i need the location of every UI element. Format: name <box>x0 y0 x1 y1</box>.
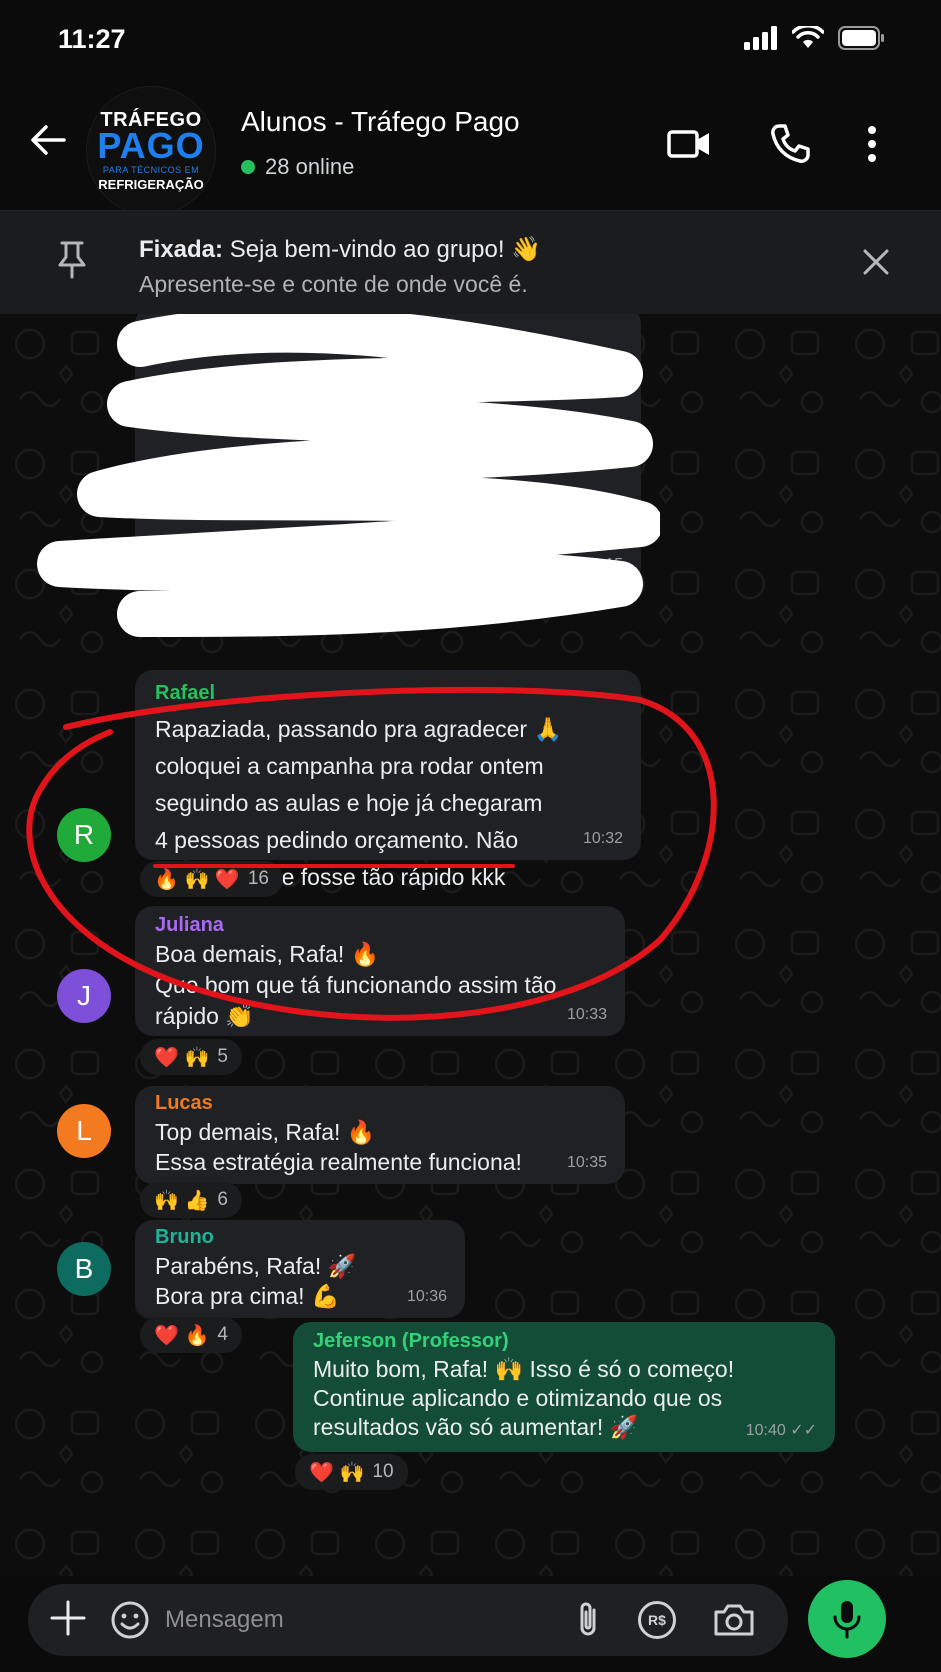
reaction-count: 4 <box>217 1324 228 1345</box>
message-bubble-professor[interactable]: Jeferson (Professor) Muito bom, Rafa! 🙌 … <box>293 1322 835 1452</box>
input-placeholder: Mensagem <box>165 1606 284 1633</box>
message-input[interactable]: Mensagem R$ <box>28 1584 788 1656</box>
chat-area[interactable]: 10:15 R Rafael Rapaziada, passando pra a… <box>0 314 941 1576</box>
avatar-lucas[interactable]: L <box>57 1104 111 1158</box>
status-time: 11:27 <box>58 24 126 54</box>
attach-clip-icon[interactable] <box>568 1598 608 1642</box>
video-call-icon[interactable] <box>666 120 714 168</box>
message-reactions[interactable]: 🙌 👍 6 <box>140 1182 242 1218</box>
avatar-initial: R <box>73 819 95 850</box>
message-time: 10:35 <box>566 1154 607 1171</box>
reaction-count: 10 <box>372 1461 394 1482</box>
reaction-emojis: 🙌 👍 <box>154 1189 210 1212</box>
avatar-initial: J <box>77 980 91 1011</box>
battery-icon <box>838 26 884 50</box>
message-bubble-lucas[interactable]: Lucas Top demais, Rafa! 🔥 Essa estratégi… <box>135 1086 625 1184</box>
message-time: 10:33 <box>566 1006 607 1023</box>
reaction-emojis: 🔥 🙌 ❤️ <box>154 868 240 891</box>
message-text: Top demais, Rafa! 🔥 Essa estratégia real… <box>155 1119 522 1175</box>
reaction-emojis: ❤️ 🔥 <box>154 1324 210 1347</box>
emoji-icon[interactable] <box>108 1598 152 1642</box>
sender-name: Bruno <box>155 1226 214 1248</box>
status-icons <box>744 26 886 50</box>
reaction-count: 6 <box>217 1189 228 1210</box>
redaction-scribble <box>37 314 660 637</box>
message-bubble-rafael[interactable]: Rafael Rapaziada, passando pra agradecer… <box>135 670 641 890</box>
reaction-count: 16 <box>247 868 269 889</box>
pinned-subtext: Apresente-se e conte de onde você é. <box>139 271 528 297</box>
phone-call-icon[interactable] <box>766 120 814 168</box>
message-input-bar: Mensagem R$ <box>0 1576 941 1672</box>
mic-icon <box>833 1601 861 1639</box>
pinned-label: Fixada: <box>139 236 224 263</box>
message-reactions[interactable]: 🔥 🙌 ❤️ 16 <box>140 861 283 897</box>
sender-name: Juliana <box>155 914 224 936</box>
message-time: 10:40 ✓✓ <box>745 1422 817 1439</box>
pinned-message-bar[interactable]: Fixada: Seja bem-vindo ao grupo! 👋 Apres… <box>0 210 941 314</box>
message-reactions[interactable]: ❤️ 🔥 4 <box>140 1317 242 1353</box>
online-dot <box>241 160 255 174</box>
status-bar: 11:27 <box>0 0 941 80</box>
chat-header: TRÁFEGO PAGO PARA TÉCNICOS EM REFRIGERAÇ… <box>0 80 941 216</box>
message-time: 10:36 <box>406 1288 447 1305</box>
avatar-rafael[interactable]: R <box>57 808 111 862</box>
online-count: 28 online <box>265 154 355 179</box>
sender-name: Rafael <box>155 682 216 704</box>
message-bubble-bruno[interactable]: Bruno Parabéns, Rafa! 🚀 Bora pra cima! 💪… <box>135 1220 465 1318</box>
group-avatar[interactable]: TRÁFEGO PAGO PARA TÉCNICOS EM REFRIGERAÇ… <box>86 86 216 216</box>
message-reactions[interactable]: ❤️ 🙌 10 <box>295 1454 408 1490</box>
reaction-count: 5 <box>217 1046 228 1067</box>
plus-icon[interactable] <box>46 1596 90 1640</box>
avatar-logo-line: PARA TÉCNICOS EM <box>102 165 200 175</box>
avatar-logo-line: PAGO <box>97 125 205 166</box>
pinned-message: Seja bem-vindo ao grupo! 👋 <box>229 236 542 263</box>
more-options-icon[interactable] <box>848 120 896 168</box>
group-title[interactable]: Alunos - Tráfego Pago <box>241 106 520 138</box>
wifi-icon <box>792 26 824 48</box>
signal-icon <box>744 26 777 50</box>
message-text: Boa demais, Rafa! 🔥 Que bom que tá funci… <box>155 941 557 1029</box>
message-reactions[interactable]: ❤️ 🙌 5 <box>140 1039 242 1075</box>
avatar-juliana[interactable]: J <box>57 969 111 1023</box>
message-text: Muito bom, Rafa! 🙌 Isso é só o começo! C… <box>313 1356 735 1440</box>
group-status: 28 online <box>241 154 354 180</box>
avatar-logo-line: REFRIGERAÇÃO <box>98 177 204 192</box>
message-text: Parabéns, Rafa! 🚀 Bora pra cima! 💪 <box>155 1253 357 1309</box>
pin-icon <box>58 241 86 279</box>
avatar-bruno[interactable]: B <box>57 1242 111 1296</box>
sender-name: Lucas <box>155 1092 213 1114</box>
back-arrow-icon[interactable] <box>24 116 72 164</box>
sender-name: Jeferson (Professor) <box>313 1330 509 1352</box>
message-bubble-juliana[interactable]: Juliana Boa demais, Rafa! 🔥 Que bom que … <box>135 906 625 1036</box>
camera-icon[interactable] <box>712 1600 756 1640</box>
pinned-text: Fixada: Seja bem-vindo ao grupo! 👋 <box>139 235 541 264</box>
reaction-emojis: ❤️ 🙌 <box>309 1461 365 1484</box>
message-time: 10:32 <box>582 830 623 847</box>
payment-icon[interactable]: R$ <box>638 1601 676 1639</box>
avatar-initial: L <box>76 1115 92 1146</box>
mic-button[interactable] <box>808 1580 886 1658</box>
reaction-emojis: ❤️ 🙌 <box>154 1046 210 1069</box>
avatar-initial: B <box>74 1253 94 1284</box>
close-icon[interactable] <box>861 247 891 277</box>
